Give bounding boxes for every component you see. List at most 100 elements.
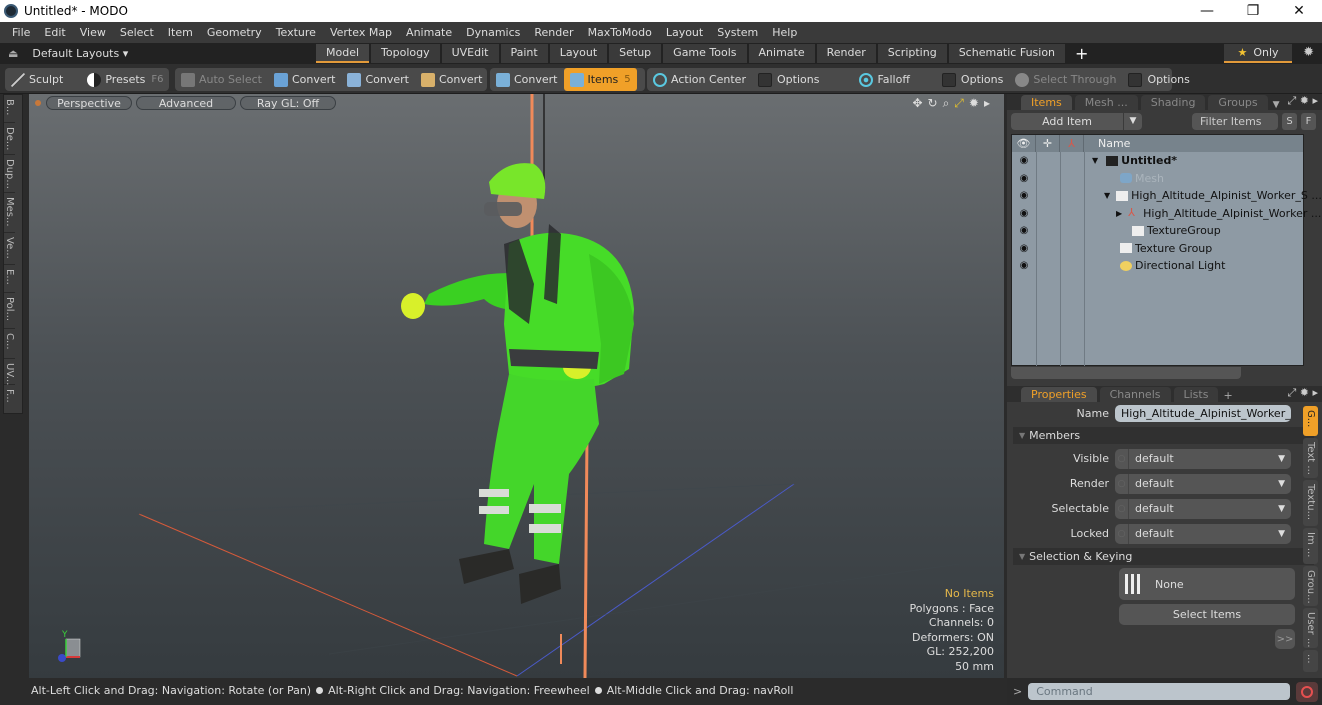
menu-geometry[interactable]: Geometry [200, 26, 269, 39]
list-item-light[interactable]: ◉ Directional Light [1012, 257, 1303, 275]
viewport-options-dot[interactable] [35, 100, 41, 106]
visibility-eye-icon[interactable]: ◉ [1012, 190, 1036, 201]
shading-mode-button[interactable]: Advanced [136, 96, 236, 110]
menu-render[interactable]: Render [527, 26, 580, 39]
visibility-eye-icon[interactable]: ◉ [1012, 225, 1036, 236]
tab-properties[interactable]: Properties [1021, 387, 1097, 402]
left-tab-fusion[interactable]: F... [4, 385, 15, 413]
menu-texture[interactable]: Texture [269, 26, 323, 39]
record-macro-button[interactable] [1296, 681, 1319, 702]
left-tab-vertex[interactable]: Ve... [4, 233, 15, 265]
3d-viewport[interactable]: Y Perspective Advanced Ray GL: Off ✥ ↻ ⌕… [29, 94, 1004, 678]
left-tab-edge[interactable]: E... [4, 265, 15, 293]
visible-dropdown[interactable]: ○ default ▼ [1115, 448, 1291, 469]
select-items-button[interactable]: Select Items [1119, 604, 1295, 625]
visibility-eye-icon[interactable]: ◉ [1012, 208, 1036, 219]
left-tab-duplicate[interactable]: Dup... [4, 155, 15, 193]
tab-groups[interactable]: Groups [1208, 95, 1268, 110]
list-item-texture-group[interactable]: ◉ TextureGroup [1012, 222, 1303, 240]
left-tab-mesh-edit[interactable]: Mes... [4, 193, 15, 233]
visibility-eye-icon[interactable]: ◉ [1012, 243, 1036, 254]
expand-arrow-icon[interactable]: ▸ [984, 96, 990, 111]
tab-schematic-fusion[interactable]: Schematic Fusion [948, 44, 1066, 63]
members-section[interactable]: ▼ Members [1013, 427, 1314, 444]
close-button[interactable]: ✕ [1276, 3, 1322, 19]
menu-view[interactable]: View [73, 26, 113, 39]
visibility-eye-icon[interactable]: ◉ [1012, 260, 1036, 271]
select-through-options-button[interactable]: Options [1122, 68, 1195, 91]
visibility-eye-icon[interactable]: ◉ [1012, 155, 1036, 166]
tab-topology[interactable]: Topology [371, 44, 440, 63]
list-item-group[interactable]: ◉ ▼ High_Altitude_Alpinist_Worker_S ... [1012, 187, 1322, 205]
expand-arrow-icon[interactable]: ▼ [1104, 191, 1110, 200]
tab-items[interactable]: Items [1021, 95, 1072, 110]
expand-arrow-icon[interactable]: ▼ [1092, 156, 1098, 165]
auto-select-button[interactable]: Auto Select [175, 68, 268, 91]
convert-materials-button[interactable]: Convert [490, 68, 564, 91]
add-layout-button[interactable]: + [1075, 44, 1088, 63]
tab-lists[interactable]: Lists [1173, 387, 1219, 402]
side-tab-groups[interactable]: Grou... [1303, 566, 1318, 606]
action-center-options-button[interactable]: Options [752, 68, 825, 91]
tab-render[interactable]: Render [816, 44, 876, 63]
presets-button[interactable]: Presets F6 [81, 68, 169, 91]
items-mode-button[interactable]: Items 5 [563, 68, 637, 91]
side-tab-more[interactable]: ... [1303, 650, 1318, 672]
maximize-button[interactable]: ❐ [1230, 3, 1276, 19]
menu-dynamics[interactable]: Dynamics [459, 26, 527, 39]
menu-animate[interactable]: Animate [399, 26, 459, 39]
left-tab-uv[interactable]: UV... [4, 359, 15, 385]
tab-scripting[interactable]: Scripting [877, 44, 947, 63]
minimize-button[interactable]: — [1184, 3, 1230, 19]
side-tab-user[interactable]: User ... [1303, 608, 1318, 648]
select-through-button[interactable]: Select Through [1009, 68, 1122, 91]
render-dropdown[interactable]: ○ default ▼ [1115, 473, 1291, 494]
convert-polygons-button[interactable]: Convert [415, 68, 489, 91]
zoom-icon[interactable]: ⌕ [943, 96, 950, 111]
selectable-dropdown[interactable]: ○ default ▼ [1115, 498, 1291, 519]
gear-icon[interactable]: ✹ [1303, 45, 1314, 60]
item-name-input[interactable]: High_Altitude_Alpinist_Worker_Susp [1115, 405, 1291, 422]
convert-edges-button[interactable]: Convert [341, 68, 415, 91]
view-type-button[interactable]: Perspective [46, 96, 132, 110]
add-item-button[interactable]: Add Item [1011, 112, 1123, 130]
s-button[interactable]: S [1282, 112, 1297, 130]
list-item-mesh[interactable]: ◉ Mesh [1012, 170, 1303, 188]
panel-controls[interactable]: ⤢ ✹ ▸ [1287, 94, 1318, 108]
pan-icon[interactable]: ✥ [912, 96, 922, 111]
side-tab-text[interactable]: Text ... [1303, 438, 1318, 478]
convert-vertices-button[interactable]: Convert [268, 68, 342, 91]
column-name[interactable]: Name [1084, 137, 1130, 150]
f-button[interactable]: F [1301, 112, 1316, 130]
locked-dropdown[interactable]: ○ default ▼ [1115, 523, 1291, 544]
tabs-dropdown-icon[interactable]: ▼ [1273, 100, 1280, 110]
selection-keying-section[interactable]: ▼ Selection & Keying [1013, 548, 1314, 565]
menu-vertex-map[interactable]: Vertex Map [323, 26, 399, 39]
default-layouts-dropdown[interactable]: Default Layouts ▾ [32, 47, 128, 60]
left-tab-curve[interactable]: C... [4, 329, 15, 359]
left-tab-polygon[interactable]: Pol... [4, 293, 15, 329]
add-tab-button[interactable]: + [1223, 389, 1232, 402]
layout-up-icon[interactable]: ⏏ [8, 47, 18, 60]
falloff-options-button[interactable]: Options [936, 68, 1009, 91]
visibility-column-icon[interactable]: 👁 [1012, 135, 1036, 152]
tab-setup[interactable]: Setup [609, 44, 662, 63]
menu-system[interactable]: System [710, 26, 765, 39]
tab-paint[interactable]: Paint [500, 44, 548, 63]
panel-controls[interactable]: ⤢ ✹ ▸ [1287, 386, 1318, 400]
visibility-eye-icon[interactable]: ◉ [1012, 173, 1036, 184]
menu-maxtomodo[interactable]: MaxToModo [581, 26, 659, 39]
tab-mesh-ops[interactable]: Mesh ... [1074, 95, 1138, 110]
command-input[interactable]: Command [1028, 683, 1291, 700]
list-item-texture-group-2[interactable]: ◉ Texture Group [1012, 240, 1303, 258]
list-item-scene[interactable]: ◉ ▼ Untitled* [1012, 152, 1303, 170]
tab-model[interactable]: Model [316, 44, 370, 63]
sculpt-button[interactable]: Sculpt [5, 68, 69, 91]
menu-help[interactable]: Help [765, 26, 804, 39]
action-center-button[interactable]: Action Center [647, 68, 752, 91]
more-button[interactable]: >> [1275, 629, 1295, 649]
side-tab-general[interactable]: G... [1303, 406, 1318, 436]
falloff-button[interactable]: Falloff [853, 68, 915, 91]
add-item-dropdown[interactable]: ▼ [1124, 112, 1142, 130]
rotate-icon[interactable]: ↻ [928, 96, 938, 111]
